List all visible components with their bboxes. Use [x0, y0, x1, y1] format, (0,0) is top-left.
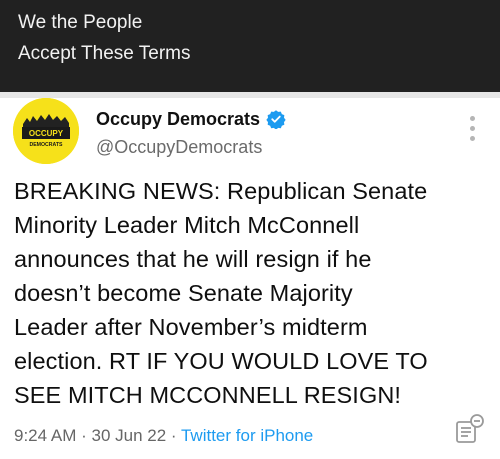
tweet-meta: 9:24 AM · 30 Jun 22 · Twitter for iPhone: [14, 426, 313, 446]
caption-line-1: We the People: [18, 12, 143, 33]
caption-banner: We the People Accept These Terms: [0, 0, 500, 92]
analytics-icon[interactable]: [452, 412, 486, 446]
occupy-democrats-logo: OCCUPY DEMOCRATS: [13, 98, 79, 164]
tweet-text-line: doesn’t become Senate Majority: [14, 280, 353, 306]
verified-badge-icon: [266, 109, 286, 130]
author-row[interactable]: Occupy Democrats: [96, 108, 286, 130]
tweet-text-line: Minority Leader Mitch McConnell: [14, 212, 360, 238]
tweet-time[interactable]: 9:24 AM: [14, 426, 76, 445]
tweet-text-line: Leader after November’s midterm: [14, 314, 368, 340]
tweet-text: BREAKING NEWS: Republican Senate Minorit…: [14, 174, 494, 412]
logo-text-bottom: DEMOCRATS: [29, 142, 63, 148]
tweet-text-line: SEE MITCH MCCONNELL RESIGN!: [14, 382, 402, 408]
avatar[interactable]: OCCUPY DEMOCRATS: [13, 98, 79, 164]
author-name[interactable]: Occupy Democrats: [96, 109, 260, 130]
more-options-icon[interactable]: [468, 116, 476, 146]
tweet-text-line: BREAKING NEWS: Republican Senate: [14, 178, 428, 204]
tweet-text-line: election. RT IF YOU WOULD LOVE TO: [14, 348, 428, 374]
tweet-date[interactable]: 30 Jun 22: [91, 426, 166, 445]
logo-text-top: OCCUPY: [29, 129, 64, 138]
caption-line-2: Accept These Terms: [18, 43, 191, 64]
tweet-text-line: announces that he will resign if he: [14, 246, 372, 272]
author-handle[interactable]: @OccupyDemocrats: [96, 137, 262, 158]
tweet-source-link[interactable]: Twitter for iPhone: [181, 426, 313, 445]
meta-separator: ·: [166, 426, 181, 445]
meta-separator: ·: [76, 426, 92, 445]
